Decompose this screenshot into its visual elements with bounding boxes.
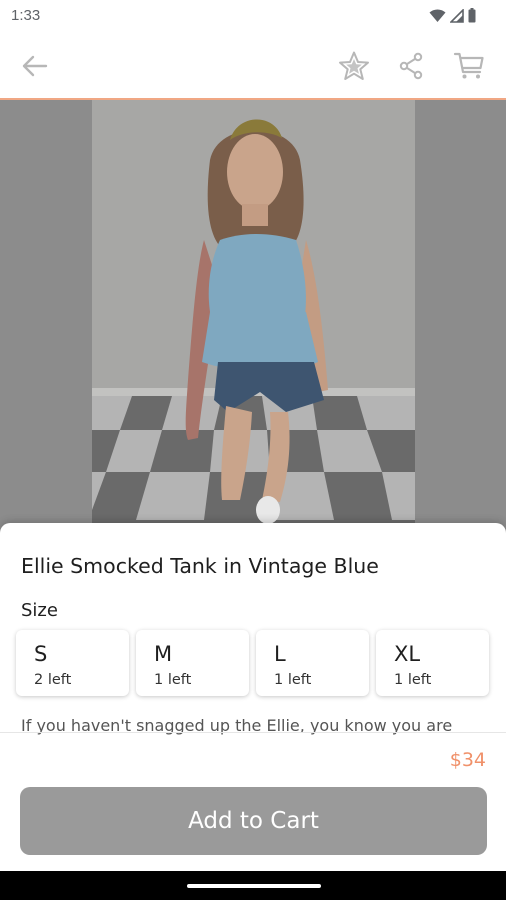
back-arrow-icon [22,55,48,77]
favorite-button[interactable] [332,44,376,88]
star-icon [339,51,369,80]
signal-icon [450,8,464,23]
size-name: L [274,642,286,666]
size-option-s[interactable]: S 2 left [16,630,129,696]
status-time: 1:33 [11,7,41,24]
size-stock: 2 left [34,672,72,688]
back-button[interactable] [12,44,56,88]
add-to-cart-button[interactable]: Add to Cart [20,787,487,855]
size-name: M [154,642,173,666]
description-divider [0,732,506,733]
size-stock: 1 left [154,672,192,688]
cart-icon [453,52,484,79]
wifi-icon [429,9,446,22]
battery-icon [468,8,476,23]
product-details-sheet: Ellie Smocked Tank in Vintage Blue Size … [0,523,506,871]
product-price: $34 [449,749,486,771]
size-option-xl[interactable]: XL 1 left [376,630,489,696]
size-option-m[interactable]: M 1 left [136,630,249,696]
size-option-l[interactable]: L 1 left [256,630,369,696]
status-icons [429,8,476,23]
size-stock: 1 left [394,672,432,688]
top-toolbar [0,32,506,98]
status-bar: 1:33 [0,0,506,32]
product-image-gallery[interactable] [0,100,506,540]
product-title: Ellie Smocked Tank in Vintage Blue [21,554,379,578]
share-button[interactable] [389,44,433,88]
share-icon [399,52,423,80]
cart-button[interactable] [447,44,491,88]
home-indicator[interactable] [187,884,321,888]
size-name: XL [394,642,421,666]
size-stock: 1 left [274,672,312,688]
system-nav-bar [0,871,506,900]
size-label: Size [21,600,58,621]
product-photo [92,100,415,540]
size-name: S [34,642,48,666]
size-options: S 2 left M 1 left L 1 left XL 1 left [16,630,490,696]
